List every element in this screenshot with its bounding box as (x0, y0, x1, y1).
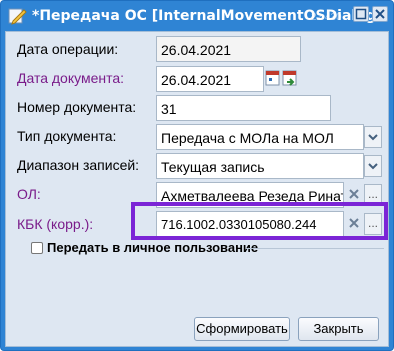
restore-button[interactable] (353, 6, 369, 22)
calendar-arrow-icon (282, 70, 297, 86)
record-range-dropdown-button[interactable] (364, 155, 382, 177)
close-icon (375, 9, 385, 19)
calendar-icon (265, 70, 280, 86)
operation-date-field: 26.04.2021 (156, 36, 301, 62)
document-date-label[interactable]: Дата документа: (17, 70, 124, 86)
chevron-down-icon (368, 163, 378, 170)
document-date-input[interactable]: 26.04.2021 (156, 66, 264, 92)
calendar-button[interactable] (265, 69, 281, 87)
chevron-down-icon (368, 134, 378, 141)
document-type-dropdown-button[interactable] (364, 126, 382, 148)
close-window-button[interactable] (372, 6, 388, 22)
window-title: *Передача ОС [InternalMovementOSDialog] (32, 8, 383, 24)
dialog-body: Дата операции: 26.04.2021 Дата документа… (5, 31, 389, 347)
dialog-window: 22 430 *Передача ОС [InternalMovementOSD… (0, 0, 394, 351)
clear-icon (349, 189, 359, 199)
document-number-label: Номер документа: (17, 99, 137, 115)
operation-date-label: Дата операции: (17, 41, 119, 57)
personal-use-label[interactable]: Передать в личное пользование (47, 240, 258, 255)
edit-document-icon (7, 6, 27, 26)
kbk-label[interactable]: КБК (корр.): (17, 216, 93, 232)
ol-label[interactable]: ОЛ: (17, 186, 41, 202)
divider (246, 248, 384, 249)
personal-use-checkbox[interactable] (31, 242, 43, 254)
restore-icon (355, 8, 367, 20)
title-bar[interactable]: 22 430 *Передача ОС [InternalMovementOSD… (1, 1, 393, 31)
close-button[interactable]: Закрыть (298, 317, 379, 341)
record-range-select[interactable]: Текущая запись (156, 153, 364, 179)
document-type-select[interactable]: Передача с МОЛа на МОЛ (156, 124, 364, 150)
document-type-label: Тип документа: (17, 128, 117, 144)
date-picker-button[interactable] (282, 69, 298, 87)
document-number-input[interactable]: 31 (156, 95, 331, 121)
generate-button[interactable]: Сформировать (194, 317, 290, 341)
record-range-label: Диапазон записей: (17, 157, 140, 173)
kbk-highlight-frame (131, 202, 388, 240)
